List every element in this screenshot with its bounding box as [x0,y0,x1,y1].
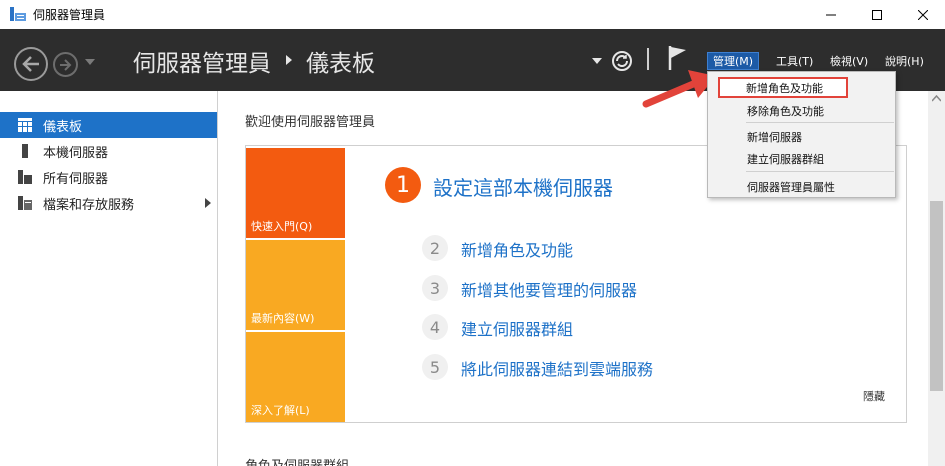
server-manager-app-icon [10,7,26,21]
sidebar-item-label: 所有伺服器 [43,171,109,187]
step-number-badge: 2 [422,235,448,261]
step-item: 2 新增角色及功能 [422,235,722,261]
expand-arrow-icon[interactable] [205,198,211,208]
tile-label: 深入了解(L) [251,404,310,417]
sidebar-item-local-server[interactable]: 本機伺服器 [0,138,217,164]
menu-item-add-servers[interactable]: 新增伺服器 [709,126,894,147]
scroll-up-arrow-icon[interactable] [932,95,941,102]
sidebar-item-label: 儀表板 [43,119,83,135]
title-bar: 伺服器管理員 [0,0,945,29]
menu-item-add-roles-features[interactable]: 新增角色及功能 [718,77,848,98]
menu-item-remove-roles-features[interactable]: 移除角色及功能 [709,100,894,121]
welcome-title: 歡迎使用伺服器管理員 [245,115,376,130]
back-button[interactable] [14,47,48,81]
tile-label: 快速入門(Q) [251,220,313,233]
nav-history-dropdown-icon[interactable] [85,58,95,66]
local-server-icon [22,144,28,158]
menu-help[interactable]: 說明(H) [880,52,929,70]
all-servers-icon [18,170,32,184]
step-item: 5 將此伺服器連結到雲端服務 [422,354,722,380]
sidebar-item-all-servers[interactable]: 所有伺服器 [0,164,217,190]
add-other-servers-link[interactable]: 新增其他要管理的伺服器 [461,277,637,301]
breadcrumb-current-page: 儀表板 [306,51,375,77]
maximize-button[interactable] [854,0,900,29]
minimize-button[interactable] [808,0,854,29]
menu-view[interactable]: 檢視(V) [825,52,873,70]
tile-whats-new[interactable]: 最新內容(W) [246,240,345,330]
sidebar-item-file-storage[interactable]: 檔案和存放服務 [0,190,217,216]
menu-tools[interactable]: 工具(T) [771,52,818,70]
dashboard-icon [18,118,32,132]
server-manager-window: 伺服器管理員 伺服器管理員 儀表板 管理(M) 工具(T) 檢視(V) 說明(H… [0,0,945,466]
close-button[interactable] [900,0,945,29]
hide-quick-start-link[interactable]: 隱藏 [863,388,885,404]
minimize-icon [826,14,836,15]
vertical-scrollbar[interactable] [928,91,945,466]
maximize-icon [872,9,882,20]
add-roles-features-link[interactable]: 新增角色及功能 [461,237,573,261]
breadcrumb-root[interactable]: 伺服器管理員 [133,44,271,78]
close-icon [918,9,928,20]
step-number-badge: 3 [422,275,448,301]
manage-menu-dropdown: 新增角色及功能 移除角色及功能 新增伺服器 建立伺服器群組 伺服器管理員屬性 [707,71,896,198]
configure-local-server-link[interactable]: 設定這部本機伺服器 [433,172,613,201]
window-title: 伺服器管理員 [33,8,106,22]
forward-button[interactable] [53,52,78,77]
tile-learn-more[interactable]: 深入了解(L) [246,332,345,422]
step-number-badge: 5 [422,354,448,380]
step-item: 3 新增其他要管理的伺服器 [422,275,722,301]
breadcrumb-chevron-icon [286,55,292,65]
menu-item-server-manager-properties[interactable]: 伺服器管理員屬性 [709,176,894,197]
tile-label: 最新內容(W) [251,312,315,325]
menu-separator [746,122,894,123]
create-server-group-link[interactable]: 建立伺服器群組 [461,316,573,340]
header-dropdown-icon[interactable] [592,57,602,65]
refresh-icon[interactable] [611,50,633,72]
roles-server-groups-heading: 角色及伺服器群組 [245,455,349,466]
menu-item-create-server-group[interactable]: 建立伺服器群組 [709,148,894,169]
step-number-badge: 4 [422,314,448,340]
scrollbar-thumb[interactable] [930,201,943,391]
sidebar: 儀表板 本機伺服器 所有伺服器 檔案和存放服務 [0,91,218,466]
arrow-right-icon [60,58,72,71]
sidebar-item-label: 檔案和存放服務 [43,197,135,213]
tile-quick-start[interactable]: 快速入門(Q) [246,148,345,238]
file-storage-icon [18,196,32,210]
step-item: 4 建立伺服器群組 [422,314,722,340]
menu-separator [746,171,894,172]
step-number-badge: 1 [385,167,421,203]
arrow-left-icon [22,56,39,72]
connect-cloud-services-link[interactable]: 將此伺服器連結到雲端服務 [461,356,653,380]
sidebar-item-dashboard[interactable]: 儀表板 [0,112,217,138]
sidebar-item-label: 本機伺服器 [43,145,109,161]
